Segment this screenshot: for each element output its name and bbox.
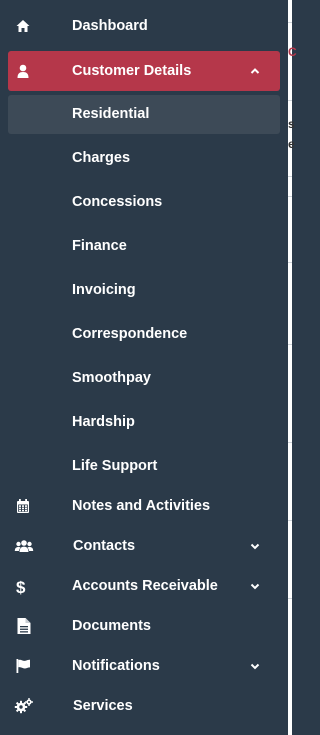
subnav-label-hardship: Hardship — [72, 414, 135, 430]
subnav-item-life-support[interactable]: Life Support — [0, 446, 288, 486]
nav-item-dashboard[interactable]: Dashboard — [0, 6, 288, 46]
divider — [288, 100, 292, 101]
subnav-item-residential[interactable]: Residential — [0, 94, 288, 134]
sidebar-nav: Dashboard Customer Details Residential C… — [0, 0, 288, 735]
nav-label-notes-activities: Notes and Activities — [72, 498, 211, 514]
nav-item-notes-activities[interactable]: Notes and Activities — [0, 486, 288, 526]
user-icon — [14, 62, 32, 80]
chevron-down-icon[interactable] — [249, 660, 261, 672]
subnav-label-correspondence: Correspondence — [72, 326, 188, 342]
subnav-item-correspondence[interactable]: Correspondence — [0, 314, 288, 354]
subnav-item-invoicing[interactable]: Invoicing — [0, 270, 288, 310]
divider — [288, 442, 292, 443]
chevron-up-icon[interactable] — [249, 65, 261, 77]
divider — [288, 598, 292, 599]
gears-icon — [14, 697, 33, 715]
users-icon — [14, 537, 34, 555]
nav-item-notifications[interactable]: Notifications — [0, 646, 288, 686]
divider — [288, 344, 292, 345]
subnav-label-life-support: Life Support — [72, 458, 158, 474]
main-content-edge: C s e — [288, 0, 297, 735]
nav-label-customer-details: Customer Details — [72, 63, 192, 79]
divider — [288, 196, 292, 197]
divider — [288, 22, 292, 23]
nav-label-dashboard: Dashboard — [72, 18, 148, 34]
divider — [288, 520, 292, 521]
nav-label-notifications: Notifications — [72, 658, 160, 674]
nav-item-accounts-receivable[interactable]: $ Accounts Receivable — [0, 566, 288, 606]
nav-item-services[interactable]: Services — [0, 686, 288, 726]
flag-icon — [14, 657, 32, 675]
nav-label-accounts-receivable: Accounts Receivable — [72, 578, 218, 594]
calendar-icon — [14, 497, 32, 515]
subnav-item-smoothpay[interactable]: Smoothpay — [0, 358, 288, 398]
subnav-label-charges: Charges — [72, 150, 131, 166]
dollar-icon: $ — [15, 577, 33, 595]
nav-item-documents[interactable]: Documents — [0, 606, 288, 646]
subnav-label-concessions: Concessions — [72, 194, 163, 210]
divider — [288, 262, 292, 263]
nav-label-documents: Documents — [72, 618, 151, 634]
chevron-down-icon[interactable] — [249, 540, 261, 552]
nav-label-contacts: Contacts — [73, 538, 136, 554]
home-icon — [14, 17, 32, 35]
subnav-item-hardship[interactable]: Hardship — [0, 402, 288, 442]
subnav-item-charges[interactable]: Charges — [0, 138, 288, 178]
subnav-item-concessions[interactable]: Concessions — [0, 182, 288, 222]
clipped-text: s — [288, 117, 295, 131]
subnav-label-finance: Finance — [72, 238, 127, 254]
document-icon — [16, 617, 34, 635]
svg-text:$: $ — [16, 578, 26, 595]
clipped-text: e — [288, 137, 295, 151]
subnav-item-finance[interactable]: Finance — [0, 226, 288, 266]
nav-label-services: Services — [73, 698, 133, 714]
nav-item-customer-details[interactable]: Customer Details — [0, 51, 288, 91]
chevron-down-icon[interactable] — [249, 580, 261, 592]
subnav-label-invoicing: Invoicing — [72, 282, 136, 298]
subnav-label-residential: Residential — [72, 106, 150, 122]
subnav-label-smoothpay: Smoothpay — [72, 370, 151, 386]
divider — [288, 176, 292, 177]
nav-item-contacts[interactable]: Contacts — [0, 526, 288, 566]
clipped-text: C — [288, 45, 297, 59]
